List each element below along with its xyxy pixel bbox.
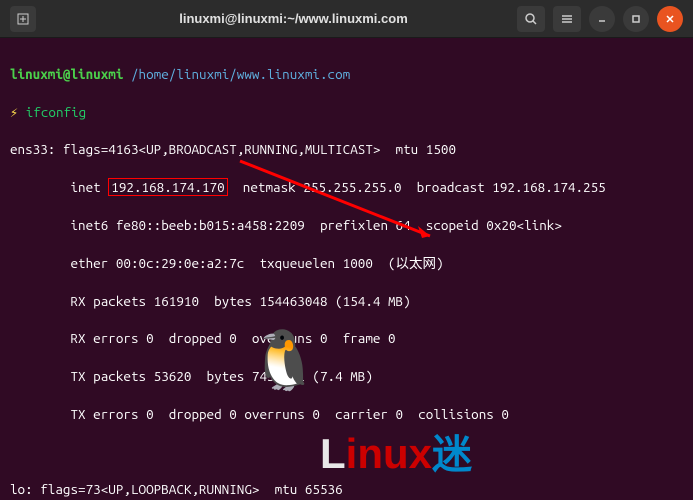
ens33-inet-prefix: inet bbox=[10, 179, 108, 195]
ens33-inet-rest: netmask 255.255.255.0 broadcast 192.168.… bbox=[228, 179, 606, 195]
new-tab-button[interactable] bbox=[10, 6, 36, 32]
ens33-inet6: inet6 fe80::beeb:b015:a458:2209 prefixle… bbox=[10, 216, 683, 235]
close-button[interactable] bbox=[657, 6, 683, 32]
prompt-path: /home/linuxmi/www.linuxmi.com bbox=[131, 66, 350, 82]
ens33-tx-packets: TX packets 53620 bytes 7437021 (7.4 MB) bbox=[10, 367, 683, 386]
window-title: linuxmi@linuxmi:~/www.linuxmi.com bbox=[70, 11, 517, 26]
maximize-button[interactable] bbox=[623, 6, 649, 32]
search-button[interactable] bbox=[517, 6, 545, 32]
ens33-rx-packets: RX packets 161910 bytes 154463048 (154.4… bbox=[10, 292, 683, 311]
highlighted-ip: 192.168.174.170 bbox=[108, 178, 227, 196]
prompt-symbol: ⚡ bbox=[10, 104, 18, 120]
ens33-tx-errors: TX errors 0 dropped 0 overruns 0 carrier… bbox=[10, 405, 683, 424]
command-text: ifconfig bbox=[26, 104, 86, 120]
menu-button[interactable] bbox=[553, 6, 581, 32]
terminal-content[interactable]: linuxmi@linuxmi /home/linuxmi/www.linuxm… bbox=[0, 38, 693, 500]
ens33-header: ens33: flags=4163<UP,BROADCAST,RUNNING,M… bbox=[10, 140, 683, 159]
red-arrow-annotation bbox=[230, 156, 450, 256]
ens33-rx-errors: RX errors 0 dropped 0 overruns 0 frame 0 bbox=[10, 329, 683, 348]
lo-header: lo: flags=73<UP,LOOPBACK,RUNNING> mtu 65… bbox=[10, 480, 683, 499]
titlebar-left-controls bbox=[10, 6, 70, 32]
ens33-ether: ether 00:0c:29:0e:a2:7c txqueuelen 1000 … bbox=[10, 254, 683, 273]
prompt-user-host: linuxmi@linuxmi bbox=[10, 66, 123, 82]
window-titlebar: linuxmi@linuxmi:~/www.linuxmi.com bbox=[0, 0, 693, 38]
minimize-button[interactable] bbox=[589, 6, 615, 32]
titlebar-right-controls bbox=[517, 6, 683, 32]
